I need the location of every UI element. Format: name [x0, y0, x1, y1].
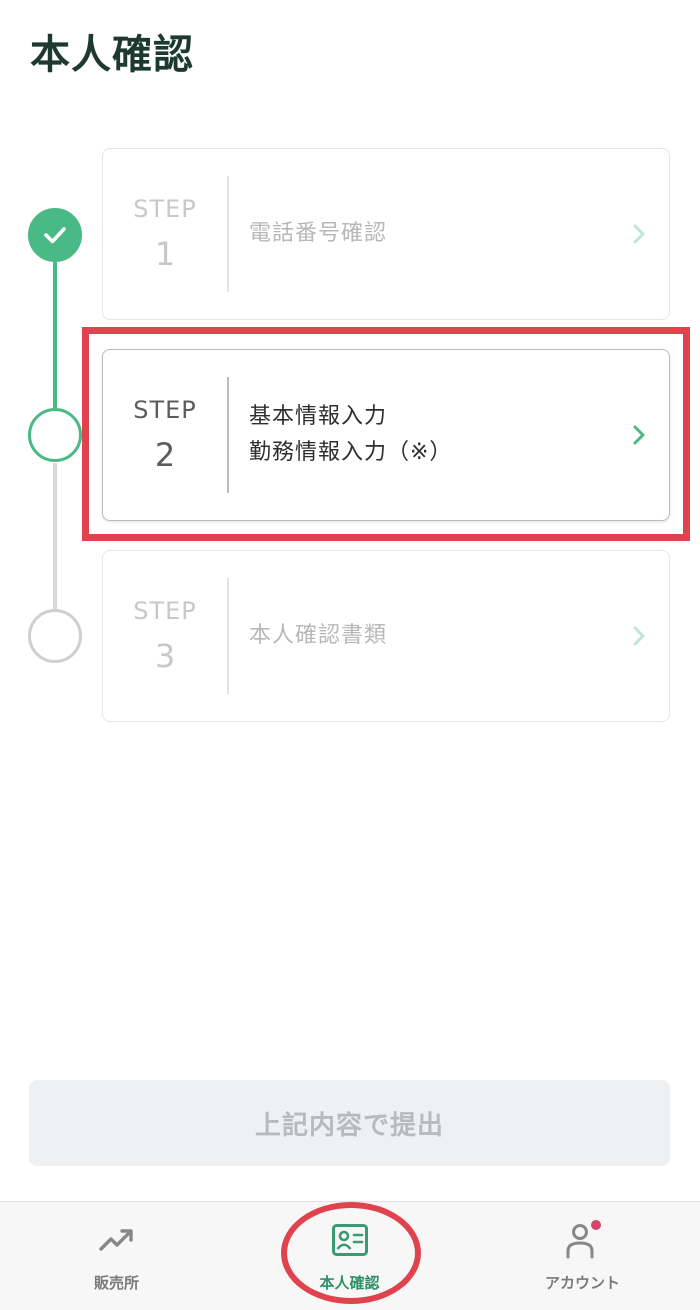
step-3-pending-marker	[28, 609, 82, 663]
annotation-highlight-rectangle	[82, 327, 690, 541]
step-title: 電話番号確認	[229, 216, 609, 252]
timeline-connector	[53, 262, 57, 408]
step-1-complete-marker	[28, 208, 82, 262]
nav-item-account[interactable]: アカウント	[466, 1202, 699, 1310]
chevron-right-icon	[609, 623, 669, 649]
step-number-block: STEP 3	[103, 597, 227, 675]
step-title-line: 本人確認書類	[249, 623, 388, 648]
step-1-card[interactable]: STEP 1 電話番号確認	[102, 148, 670, 320]
step-title-line: 電話番号確認	[249, 221, 388, 246]
annotation-highlight-ellipse	[281, 1202, 421, 1304]
submit-button[interactable]: 上記内容で提出	[29, 1080, 670, 1166]
check-icon	[44, 227, 66, 244]
nav-label: アカウント	[544, 1274, 620, 1292]
trend-up-icon	[97, 1220, 137, 1260]
page-title: 本人確認	[30, 32, 194, 78]
user-icon	[563, 1220, 603, 1260]
step-title: 本人確認書類	[229, 618, 609, 654]
notification-dot	[590, 1220, 601, 1230]
step-number: 3	[154, 637, 176, 675]
chevron-right-icon	[609, 221, 669, 247]
step-label: STEP	[133, 195, 197, 223]
step-number: 1	[154, 235, 176, 273]
step-2-current-marker	[28, 408, 82, 462]
step-3-card[interactable]: STEP 3 本人確認書類	[102, 550, 670, 722]
nav-item-sales[interactable]: 販売所	[0, 1202, 233, 1310]
step-label: STEP	[133, 597, 197, 625]
nav-label: 販売所	[93, 1274, 139, 1292]
step-number-block: STEP 1	[103, 195, 227, 273]
timeline-connector	[53, 463, 57, 609]
